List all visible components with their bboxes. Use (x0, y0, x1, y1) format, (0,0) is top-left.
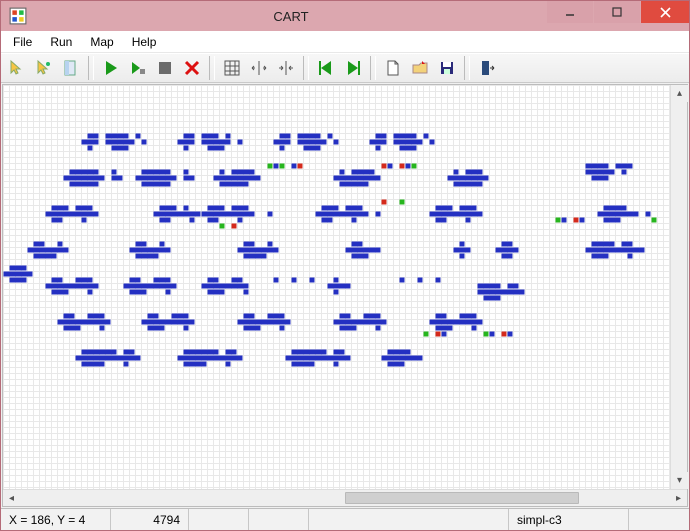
hscroll-thumb[interactable] (345, 492, 579, 504)
open-file-icon[interactable] (408, 56, 432, 80)
toolbar (1, 53, 689, 83)
statusbar: X = 186, Y = 4 4794 simpl-c3 (1, 508, 689, 530)
status-blank-b (249, 509, 309, 530)
status-coords: X = 186, Y = 4 (1, 509, 111, 530)
app-window: CART File Run Map Help (0, 0, 690, 531)
delete-button[interactable] (180, 56, 204, 80)
window-buttons (547, 1, 689, 31)
status-count: 4794 (111, 509, 189, 530)
grid-canvas[interactable] (3, 85, 670, 489)
tool-panel-icon[interactable] (59, 56, 83, 80)
status-blank-a (189, 509, 249, 530)
titlebar[interactable]: CART (1, 1, 689, 31)
menu-map[interactable]: Map (82, 33, 121, 51)
menu-run[interactable]: Run (42, 33, 80, 51)
menu-help[interactable]: Help (124, 33, 165, 51)
menubar: File Run Map Help (1, 31, 689, 53)
step-forward-button[interactable] (341, 56, 365, 80)
play-button[interactable] (99, 56, 123, 80)
stop-button[interactable] (153, 56, 177, 80)
minimize-button[interactable] (547, 1, 593, 23)
close-button[interactable] (641, 1, 689, 23)
tool-pointer-a[interactable] (5, 56, 29, 80)
scroll-right-icon[interactable]: ▸ (670, 490, 687, 507)
window-title: CART (35, 9, 547, 24)
collapse-h-icon[interactable] (274, 56, 298, 80)
save-file-icon[interactable] (435, 56, 459, 80)
map-view: ▴ ▾ ◂ ▸ (2, 84, 688, 507)
expand-h-icon[interactable] (247, 56, 271, 80)
status-stretch (309, 509, 509, 530)
maximize-button[interactable] (594, 1, 640, 23)
new-file-icon[interactable] (381, 56, 405, 80)
hscroll-track[interactable] (20, 490, 670, 506)
menu-file[interactable]: File (5, 33, 40, 51)
grid-icon[interactable] (220, 56, 244, 80)
scroll-left-icon[interactable]: ◂ (3, 490, 20, 507)
status-blank-c (629, 509, 689, 530)
status-filename: simpl-c3 (509, 509, 629, 530)
scroll-down-icon[interactable]: ▾ (671, 472, 688, 489)
horizontal-scrollbar[interactable]: ◂ ▸ (3, 489, 687, 506)
exit-icon[interactable] (475, 56, 499, 80)
app-icon (5, 3, 31, 29)
client-area: ▴ ▾ ◂ ▸ (1, 83, 689, 508)
tool-pointer-b[interactable] (32, 56, 56, 80)
play-settings-button[interactable] (126, 56, 150, 80)
vertical-scrollbar[interactable]: ▴ ▾ (670, 85, 687, 489)
scroll-up-icon[interactable]: ▴ (671, 85, 688, 102)
step-back-button[interactable] (314, 56, 338, 80)
